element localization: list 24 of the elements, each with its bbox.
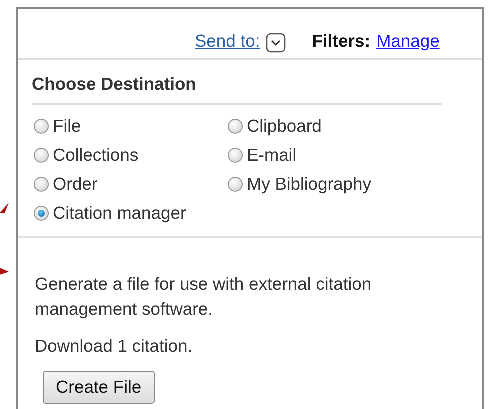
radio-label[interactable]: Order xyxy=(53,172,98,198)
description-text: Generate a file for use with external citation management software. xyxy=(35,273,373,322)
radio-button[interactable] xyxy=(34,206,49,222)
radio-label[interactable]: My Bibliography xyxy=(247,172,372,198)
radio-label[interactable]: E-mail xyxy=(247,143,297,168)
radio-button[interactable] xyxy=(34,119,49,134)
radio-button[interactable] xyxy=(228,148,243,164)
radio-label[interactable]: Collections xyxy=(53,143,139,168)
radio-label[interactable]: File xyxy=(53,114,82,140)
dropdown-icon[interactable] xyxy=(266,33,286,53)
filters-label: Filters: xyxy=(312,30,371,53)
radio-label[interactable]: Citation manager xyxy=(53,201,186,226)
send-to-link[interactable]: Send to: xyxy=(195,28,260,54)
radio-button[interactable] xyxy=(34,148,49,164)
pointer-arrow xyxy=(0,203,9,213)
pointer-arrow xyxy=(0,268,9,275)
citation-count-text: Download 1 citation. xyxy=(35,335,194,358)
radio-button[interactable] xyxy=(34,177,49,192)
create-file-button[interactable]: Create File xyxy=(43,371,155,404)
radio-button[interactable] xyxy=(228,177,243,192)
manage-link[interactable]: Manage xyxy=(376,28,440,54)
radio-label[interactable]: Clipboard xyxy=(247,114,322,140)
section-title: Choose Destination xyxy=(32,71,442,106)
radio-button[interactable] xyxy=(228,119,243,134)
